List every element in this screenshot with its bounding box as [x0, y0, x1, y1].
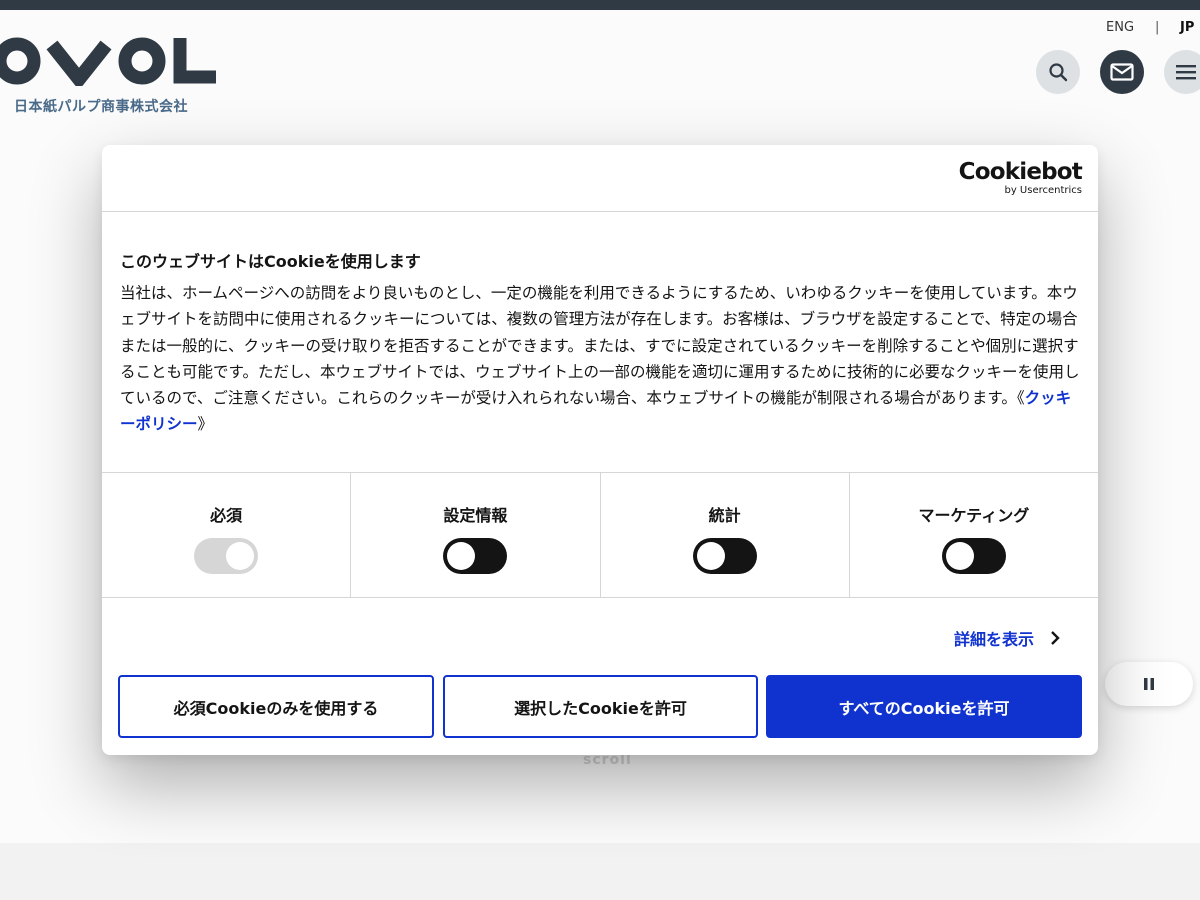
dialog-header: Cookiebot by Usercentrics: [102, 145, 1098, 212]
toggle-preferences: 設定情報: [351, 473, 601, 597]
top-bar: [0, 0, 1200, 10]
use-necessary-only-button[interactable]: 必須Cookieのみを使用する: [118, 675, 434, 738]
lang-separator: |: [1155, 20, 1160, 35]
search-button[interactable]: [1036, 50, 1080, 94]
toggle-marketing: マーケティング: [850, 473, 1098, 597]
allow-selection-button[interactable]: 選択したCookieを許可: [443, 675, 758, 738]
dialog-title: このウェブサイトはCookieを使用します: [120, 252, 421, 271]
toggle-statistics: 統計: [601, 473, 850, 597]
contact-mail-button[interactable]: [1100, 50, 1144, 94]
toggle-necessary: 必須: [102, 473, 352, 597]
show-details-link[interactable]: 詳細を表示: [954, 626, 1060, 650]
switch-knob: [447, 542, 476, 570]
dialog-body: 当社は、ホームページへの訪問をより良いものとし、一定の機能を利用できるようにする…: [120, 280, 1082, 438]
preferences-switch[interactable]: [443, 538, 508, 574]
switch-knob: [696, 542, 725, 570]
ovol-logo-mark: [0, 37, 216, 86]
switch-knob: [945, 542, 974, 570]
footer-band: [0, 843, 1200, 900]
lang-eng-link[interactable]: ENG: [1106, 20, 1134, 35]
ovol-logo[interactable]: 日本紙パルプ商事株式会社: [0, 36, 220, 122]
search-icon: [1049, 63, 1068, 82]
pause-icon: [1144, 678, 1154, 690]
allow-all-button[interactable]: すべてのCookieを許可: [766, 675, 1082, 738]
policy-bracket-open: 《: [1016, 389, 1025, 408]
toggle-label-necessary: 必須: [210, 506, 243, 525]
statistics-switch[interactable]: [692, 538, 757, 574]
show-details-label: 詳細を表示: [954, 630, 1035, 649]
marketing-switch[interactable]: [941, 538, 1006, 574]
cookiebot-logo: Cookiebot by Usercentrics: [958, 159, 1083, 196]
toggle-label-preferences: 設定情報: [443, 506, 508, 525]
cookiebot-logo-sub: by Usercentrics: [1004, 185, 1082, 196]
menu-button[interactable]: [1164, 50, 1200, 94]
toggle-label-marketing: マーケティング: [918, 506, 1030, 525]
cookiebot-logo-main: Cookiebot: [958, 159, 1083, 185]
necessary-switch: [194, 538, 259, 574]
policy-bracket-close: 》: [197, 415, 214, 434]
consent-toggles: 必須 設定情報 統計 マーケティング: [102, 472, 1098, 598]
mail-icon: [1110, 63, 1134, 81]
dialog-body-text: 当社は、ホームページへの訪問をより良いものとし、一定の機能を利用できるようにする…: [120, 284, 1080, 408]
chevron-right-icon: [1050, 630, 1060, 646]
hamburger-menu-icon: [1176, 65, 1196, 80]
toggle-label-statistics: 統計: [708, 506, 741, 525]
lang-jp-link[interactable]: JP: [1180, 20, 1194, 35]
cookie-consent-dialog: Cookiebot by Usercentrics このウェブサイトはCooki…: [102, 145, 1098, 755]
switch-knob: [226, 542, 255, 570]
logo-subtitle: 日本紙パルプ商事株式会社: [14, 99, 188, 115]
pause-button[interactable]: [1105, 662, 1193, 706]
